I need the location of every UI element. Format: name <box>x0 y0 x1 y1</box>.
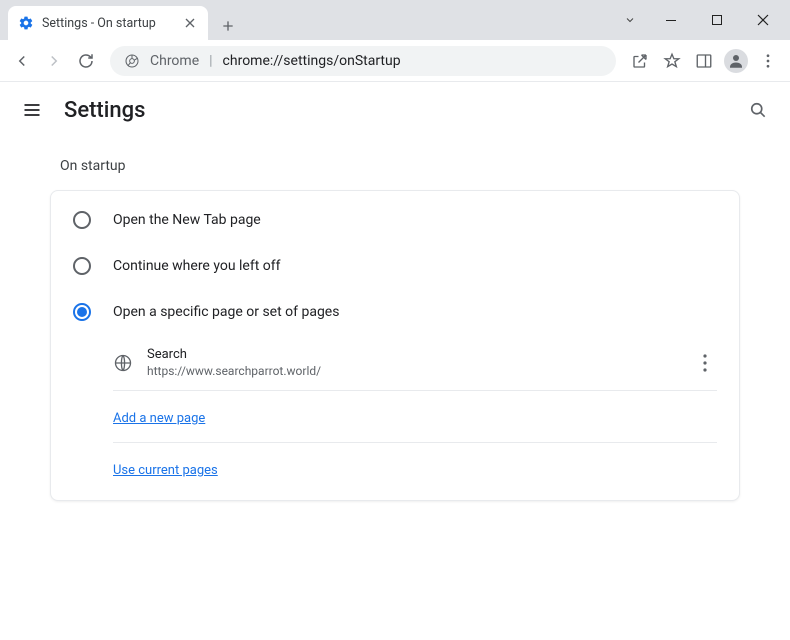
page-more-button[interactable] <box>693 351 717 375</box>
page-url: https://www.searchparrot.world/ <box>147 364 679 378</box>
forward-button[interactable] <box>40 47 68 75</box>
window-titlebar: Settings - On startup <box>0 0 790 40</box>
radio-label: Open the New Tab page <box>113 212 261 228</box>
radio-continue[interactable]: Continue where you left off <box>51 243 739 289</box>
add-page-row: Add a new page <box>113 391 717 443</box>
page-info: Search https://www.searchparrot.world/ <box>147 347 679 378</box>
minimize-button[interactable] <box>648 4 694 36</box>
globe-icon <box>113 353 133 373</box>
omnibox-prefix: Chrome <box>150 53 199 69</box>
close-tab-icon[interactable] <box>182 15 198 31</box>
profile-button[interactable] <box>722 47 750 75</box>
startup-card: Open the New Tab page Continue where you… <box>50 190 740 501</box>
new-tab-button[interactable] <box>214 12 242 40</box>
page-name: Search <box>147 347 679 362</box>
use-current-link[interactable]: Use current pages <box>113 463 218 478</box>
bookmark-button[interactable] <box>658 47 686 75</box>
hamburger-menu-button[interactable] <box>20 98 44 122</box>
reload-button[interactable] <box>72 47 100 75</box>
radio-icon-selected <box>73 303 91 321</box>
search-settings-button[interactable] <box>746 98 770 122</box>
settings-main: On startup Open the New Tab page Continu… <box>0 138 790 521</box>
window-controls <box>612 0 790 40</box>
use-current-row: Use current pages <box>113 443 717 494</box>
close-window-button[interactable] <box>740 4 786 36</box>
browser-toolbar: Chrome | chrome://settings/onStartup <box>0 40 790 82</box>
radio-open-new-tab[interactable]: Open the New Tab page <box>51 197 739 243</box>
browser-tab[interactable]: Settings - On startup <box>8 6 208 40</box>
chevron-down-icon[interactable] <box>612 4 648 36</box>
back-button[interactable] <box>8 47 36 75</box>
maximize-button[interactable] <box>694 4 740 36</box>
omnibox-url: chrome://settings/onStartup <box>223 53 401 69</box>
specific-pages-sub: Search https://www.searchparrot.world/ A… <box>51 335 739 494</box>
radio-icon <box>73 211 91 229</box>
add-page-link[interactable]: Add a new page <box>113 411 205 426</box>
page-title: Settings <box>64 98 145 123</box>
gear-icon <box>18 15 34 31</box>
avatar-icon <box>724 49 748 73</box>
radio-specific-pages[interactable]: Open a specific page or set of pages <box>51 289 739 335</box>
side-panel-button[interactable] <box>690 47 718 75</box>
section-title: On startup <box>50 158 740 174</box>
tab-strip: Settings - On startup <box>0 0 612 40</box>
radio-icon <box>73 257 91 275</box>
address-bar[interactable]: Chrome | chrome://settings/onStartup <box>110 46 616 76</box>
radio-label: Open a specific page or set of pages <box>113 304 339 320</box>
chrome-icon <box>124 53 140 69</box>
share-button[interactable] <box>626 47 654 75</box>
menu-button[interactable] <box>754 47 782 75</box>
settings-header: Settings <box>0 82 790 138</box>
startup-page-entry: Search https://www.searchparrot.world/ <box>113 335 717 391</box>
radio-label: Continue where you left off <box>113 258 281 274</box>
tab-title: Settings - On startup <box>42 16 174 31</box>
omnibox-separator: | <box>209 53 212 69</box>
